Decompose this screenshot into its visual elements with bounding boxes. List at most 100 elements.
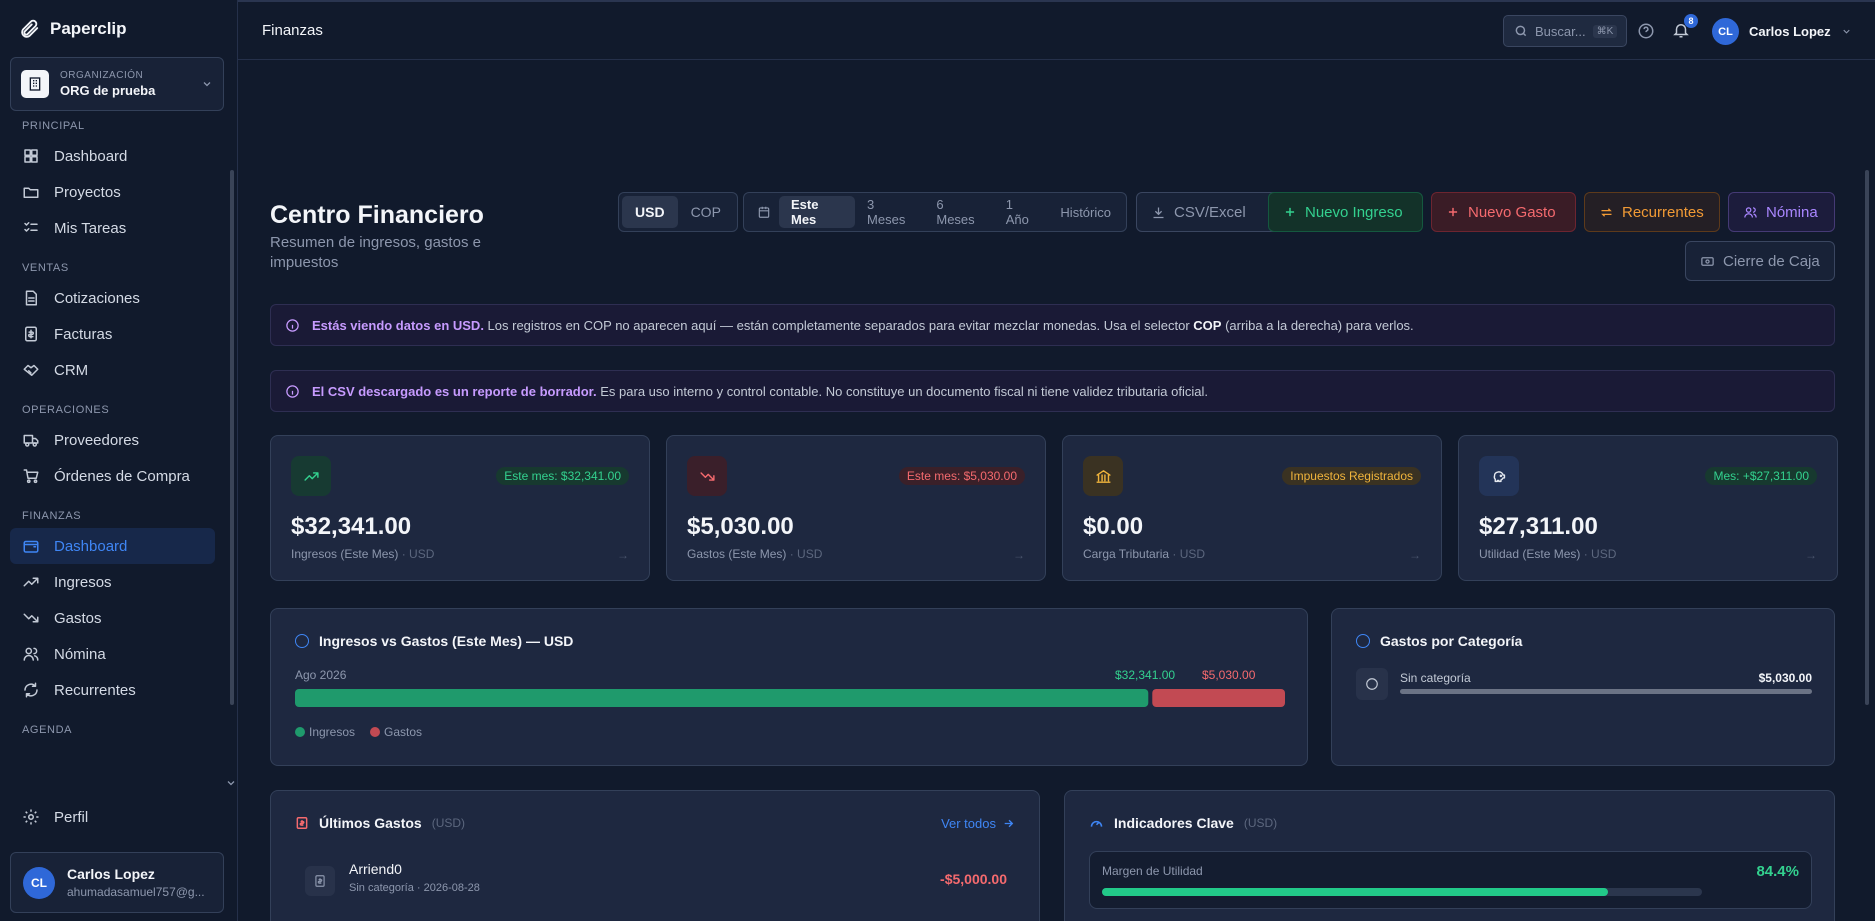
- stat-badge: Este mes: $5,030.00: [898, 467, 1025, 485]
- sidebar-item-perfil[interactable]: Perfil: [22, 808, 88, 826]
- sidebar-item-3-1[interactable]: Ingresos: [10, 564, 215, 600]
- sidebar-item-label: Ingresos: [54, 573, 112, 591]
- folder-icon: [22, 183, 40, 201]
- receipt-icon: [22, 325, 40, 343]
- topbar: Finanzas Buscar... ⌘K 8 CL Carlos Lopez: [238, 0, 1875, 60]
- sidebar-item-0-2[interactable]: Mis Tareas: [10, 210, 215, 246]
- stat-card-0[interactable]: Este mes: $32,341.00 $32,341.00 Ingresos (…: [270, 435, 650, 581]
- piggy-bank-icon: [1491, 468, 1508, 485]
- info-icon: [285, 384, 300, 399]
- kpi-progress-track: [1102, 888, 1702, 896]
- recurring-button[interactable]: Recurrentes: [1584, 192, 1720, 232]
- legend-label-ingresos: Ingresos: [309, 725, 355, 739]
- bank-icon: [1095, 468, 1112, 485]
- circle-icon: [1356, 668, 1388, 700]
- sidebar-item-1-0[interactable]: Cotizaciones: [10, 280, 215, 316]
- category-bar-fill: [1400, 689, 1812, 694]
- period-option-4[interactable]: Histórico: [1048, 196, 1123, 228]
- currency-option-1[interactable]: COP: [678, 196, 734, 228]
- period-option-0[interactable]: Este Mes: [779, 196, 856, 228]
- notice-highlight: COP: [1193, 317, 1222, 333]
- sidebar-item-label: Dashboard: [54, 147, 128, 165]
- button-label: Recurrentes: [1622, 203, 1704, 221]
- arrow-right-icon: →: [1805, 548, 1817, 562]
- income-vs-expense-panel: Ingresos vs Gastos (Este Mes) — USD Ago …: [270, 608, 1308, 766]
- button-label: Nuevo Ingreso: [1305, 203, 1403, 221]
- sidebar-nav: PRINCIPAL Dashboard Proyectos Mis Tareas VEN…: [10, 120, 225, 784]
- org-label: ORGANIZACIÓN: [60, 70, 144, 81]
- list-checks-icon: [22, 219, 40, 237]
- sidebar-item-3-2[interactable]: Gastos: [10, 600, 215, 636]
- category-name: Sin categoría: [1400, 671, 1471, 685]
- help-icon[interactable]: [1637, 22, 1655, 40]
- gauge-icon: [1089, 816, 1104, 831]
- sidebar-item-3-4[interactable]: Recurrentes: [10, 672, 215, 708]
- org-switcher[interactable]: ORGANIZACIÓN ORG de prueba: [10, 57, 224, 111]
- main-scrollbar[interactable]: [1865, 170, 1869, 705]
- income-vs-expense-chart: Ago 2026 $5,030.00 $32,341.00 Ingresos Gasto…: [295, 668, 1285, 739]
- legend-swatch-ingresos: [295, 727, 305, 737]
- sidebar-item-2-1[interactable]: Órdenes de Compra: [10, 458, 215, 494]
- bar-gastos[interactable]: [1152, 689, 1285, 707]
- stat-card-3[interactable]: Mes: +$27,311.00 $27,311.00 Utilidad (Este…: [1458, 435, 1838, 581]
- stat-card-2[interactable]: Impuestos Registrados $0.00 Carga Tributar…: [1062, 435, 1442, 581]
- sidebar-item-1-2[interactable]: CRM: [10, 352, 215, 388]
- csv-notice: El CSV descargado es un reporte de borra…: [270, 370, 1835, 412]
- stat-icon-box: [687, 456, 727, 496]
- stat-badge: Este mes: $32,341.00: [496, 467, 629, 485]
- search-input[interactable]: Buscar... ⌘K: [1503, 15, 1627, 47]
- view-all-link[interactable]: Ver todos: [941, 816, 1015, 831]
- stat-label-row: Ingresos (Este Mes) · USD: [291, 547, 434, 561]
- paperclip-icon: [18, 18, 40, 40]
- trending-up-icon: [303, 468, 320, 485]
- scroll-down-icon[interactable]: [225, 777, 237, 789]
- calendar-icon: [747, 205, 779, 219]
- bar-ingresos[interactable]: [295, 689, 1149, 707]
- stat-unit: · USD: [1172, 547, 1206, 561]
- sidebar-item-1-1[interactable]: Facturas: [10, 316, 215, 352]
- stat-label-row: Carga Tributaria · USD: [1083, 547, 1205, 561]
- kpi-value: 84.4%: [1756, 863, 1799, 880]
- sidebar-item-0-1[interactable]: Proyectos: [10, 174, 215, 210]
- sidebar: Paperclip ORGANIZACIÓN ORG de prueba PRI…: [0, 0, 238, 921]
- new-income-button[interactable]: Nuevo Ingreso: [1268, 192, 1423, 232]
- kpi-label: Margen de Utilidad: [1102, 864, 1203, 878]
- wallet-icon: [22, 537, 40, 555]
- user-card[interactable]: CL Carlos Lopez ahumadasamuel757@g...: [10, 852, 224, 913]
- data-label-gastos: $5,030.00: [1202, 668, 1256, 682]
- period-option-3[interactable]: 1 Año: [994, 196, 1049, 228]
- panel-title: Gastos por Categoría: [1380, 633, 1523, 649]
- cash-close-button[interactable]: Cierre de Caja: [1685, 241, 1835, 281]
- stat-card-1[interactable]: Este mes: $5,030.00 $5,030.00 Gastos (Este…: [666, 435, 1046, 581]
- avatar: CL: [1712, 18, 1739, 45]
- sidebar-item-label: Dashboard: [54, 537, 128, 555]
- trending-up-icon: [22, 573, 40, 591]
- sidebar-item-3-3[interactable]: Nómina: [10, 636, 215, 672]
- brand[interactable]: Paperclip: [18, 18, 127, 40]
- arrow-right-icon: →: [1013, 548, 1025, 562]
- button-label: Nómina: [1766, 203, 1818, 221]
- banknote-icon: [1700, 254, 1715, 269]
- sidebar-item-3-0[interactable]: Dashboard: [10, 528, 215, 564]
- user-menu[interactable]: CL Carlos Lopez: [1712, 18, 1852, 45]
- nav-section-title: AGENDA: [22, 724, 73, 736]
- stat-unit: · USD: [1583, 547, 1617, 561]
- sidebar-scrollbar[interactable]: [230, 170, 234, 705]
- expense-row[interactable]: Arriend0 Sin categoría · 2026-08-28 -$5,00…: [305, 861, 1007, 907]
- trending-down-icon: [699, 468, 716, 485]
- sidebar-item-label: Proyectos: [54, 183, 121, 201]
- trending-down-icon: [22, 609, 40, 627]
- payroll-button[interactable]: Nómina: [1728, 192, 1835, 232]
- sidebar-item-label: CRM: [54, 361, 89, 379]
- category-row[interactable]: Sin categoría $5,030.00: [1356, 668, 1812, 702]
- notice-text: (arriba a la derecha) para verlos.: [1221, 317, 1414, 333]
- sidebar-item-2-0[interactable]: Proveedores: [10, 422, 215, 458]
- new-expense-button[interactable]: Nuevo Gasto: [1431, 192, 1576, 232]
- period-option-1[interactable]: 3 Meses: [855, 196, 924, 228]
- currency-option-0[interactable]: USD: [622, 196, 678, 228]
- sidebar-item-0-0[interactable]: Dashboard: [10, 138, 215, 174]
- stat-value: $27,311.00: [1479, 513, 1598, 540]
- building-icon: [21, 70, 49, 98]
- stat-value: $32,341.00: [291, 513, 412, 540]
- period-option-2[interactable]: 6 Meses: [924, 196, 993, 228]
